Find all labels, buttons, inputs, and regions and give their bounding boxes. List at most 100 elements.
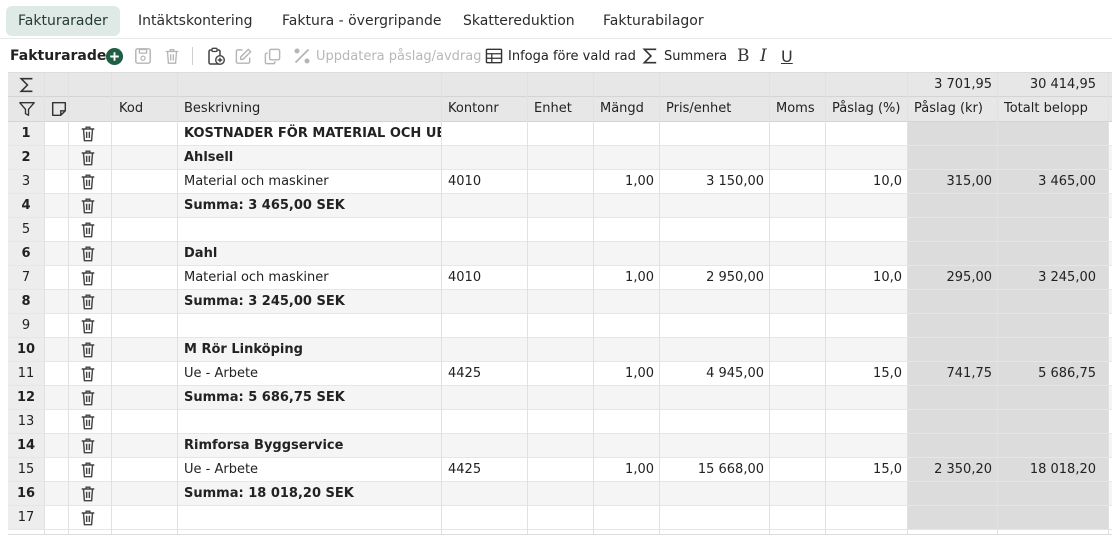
col-enhet[interactable]: Enhet	[528, 97, 594, 121]
cell-paslag-pct[interactable]	[826, 314, 908, 338]
cell-paslag-pct[interactable]: 15,0	[826, 458, 908, 482]
cell-pris-enhet[interactable]	[660, 338, 770, 362]
cell-mangd[interactable]: 1,00	[594, 362, 660, 386]
sum-button[interactable]: Summera	[641, 41, 727, 71]
cell-paslag-pct[interactable]	[826, 146, 908, 170]
cell-mangd[interactable]: 1,00	[594, 458, 660, 482]
delete-row-icon[interactable]	[79, 412, 97, 435]
col-paslag-kr[interactable]: Påslag (kr)	[908, 97, 998, 121]
update-markup-button[interactable]: Uppdatera påslag/avdrag	[292, 41, 481, 71]
cell-kontonr[interactable]	[442, 506, 528, 530]
cell-paslag-pct[interactable]	[826, 290, 908, 314]
delete-row-icon[interactable]	[79, 148, 97, 171]
bold-button[interactable]: B	[737, 41, 750, 71]
table-row[interactable]: 17	[8, 506, 1112, 530]
table-row[interactable]: 13	[8, 410, 1112, 434]
col-kod[interactable]: Kod	[113, 97, 178, 121]
cell-beskrivning[interactable]	[178, 218, 442, 242]
cell-mangd[interactable]	[594, 218, 660, 242]
table-row[interactable]: 7 Material och maskiner 4010 1,00 2 950,00 10…	[8, 266, 1112, 290]
cell-paslag-pct[interactable]: 15,0	[826, 362, 908, 386]
col-kontonr[interactable]: Kontonr	[442, 97, 528, 121]
italic-button[interactable]: I	[760, 41, 767, 71]
delete-row-icon[interactable]	[79, 460, 97, 483]
cell-beskrivning[interactable]: Ue - Arbete	[178, 362, 442, 386]
cell-pris-enhet[interactable]	[660, 146, 770, 170]
cell-kontonr[interactable]	[442, 146, 528, 170]
col-paslag-pct[interactable]: Påslag (%)	[826, 97, 908, 121]
tab-skattereduktion[interactable]: Skattereduktion	[451, 6, 587, 36]
cell-beskrivning[interactable]: KOSTNADER FÖR MATERIAL OCH UE	[178, 122, 442, 146]
cell-mangd[interactable]: 1,00	[594, 266, 660, 290]
cell-paslag-pct[interactable]	[826, 482, 908, 506]
table-row[interactable]: 5	[8, 218, 1112, 242]
delete-row-icon[interactable]	[79, 484, 97, 507]
cell-kontonr[interactable]	[442, 482, 528, 506]
delete-button[interactable]	[163, 41, 181, 71]
cell-beskrivning[interactable]: M Rör Linköping	[178, 338, 442, 362]
cell-pris-enhet[interactable]	[660, 434, 770, 458]
table-row[interactable]: 15 Ue - Arbete 4425 1,00 15 668,00 15,0 2 350,…	[8, 458, 1112, 482]
cell-mangd[interactable]	[594, 338, 660, 362]
cell-mangd[interactable]	[594, 482, 660, 506]
cell-beskrivning[interactable]: Ue - Arbete	[178, 458, 442, 482]
delete-row-icon[interactable]	[79, 220, 97, 243]
delete-row-icon[interactable]	[79, 388, 97, 411]
delete-row-icon[interactable]	[79, 268, 97, 291]
cell-pris-enhet[interactable]	[660, 410, 770, 434]
cell-beskrivning[interactable]: Dahl	[178, 242, 442, 266]
col-beskrivning[interactable]: Beskrivning	[178, 97, 442, 121]
cell-kontonr[interactable]	[442, 386, 528, 410]
cell-paslag-pct[interactable]: 10,0	[826, 170, 908, 194]
col-pris-enhet[interactable]: Pris/enhet	[660, 97, 770, 121]
cell-pris-enhet[interactable]	[660, 290, 770, 314]
delete-row-icon[interactable]	[79, 244, 97, 267]
tab-fakturarader[interactable]: Fakturarader	[6, 6, 120, 36]
cell-pris-enhet[interactable]	[660, 506, 770, 530]
table-row[interactable]: 9	[8, 314, 1112, 338]
cell-mangd[interactable]	[594, 434, 660, 458]
cell-paslag-pct[interactable]	[826, 506, 908, 530]
cell-paslag-pct[interactable]	[826, 386, 908, 410]
cell-beskrivning[interactable]	[178, 506, 442, 530]
cell-pris-enhet[interactable]: 3 150,00	[660, 170, 770, 194]
cell-kontonr[interactable]	[442, 242, 528, 266]
paste-button[interactable]	[206, 41, 226, 71]
cell-mangd[interactable]	[594, 314, 660, 338]
cell-kontonr[interactable]	[442, 434, 528, 458]
delete-row-icon[interactable]	[79, 124, 97, 147]
cell-beskrivning[interactable]: Summa: 3 465,00 SEK	[178, 194, 442, 218]
cell-mangd[interactable]	[594, 146, 660, 170]
cell-kontonr[interactable]	[442, 410, 528, 434]
delete-row-icon[interactable]	[79, 436, 97, 459]
tab-intaktskontering[interactable]: Intäktskontering	[126, 6, 265, 36]
underline-button[interactable]: U	[781, 41, 793, 71]
cell-paslag-pct[interactable]	[826, 194, 908, 218]
edit-button[interactable]	[234, 41, 253, 71]
cell-paslag-pct[interactable]: 10,0	[826, 266, 908, 290]
cell-kontonr[interactable]: 4425	[442, 458, 528, 482]
tab-fakturabilagor[interactable]: Fakturabilagor	[591, 6, 716, 36]
table-row[interactable]: 1 KOSTNADER FÖR MATERIAL OCH UE	[8, 122, 1112, 146]
delete-row-icon[interactable]	[79, 508, 97, 531]
cell-kontonr[interactable]	[442, 290, 528, 314]
cell-paslag-pct[interactable]	[826, 338, 908, 362]
cell-pris-enhet[interactable]	[660, 482, 770, 506]
tab-faktura-overgripande[interactable]: Faktura - övergripande	[270, 6, 453, 36]
table-row[interactable]: 11 Ue - Arbete 4425 1,00 4 945,00 15,0 741,75 5…	[8, 362, 1112, 386]
cell-pris-enhet[interactable]	[660, 122, 770, 146]
table-row[interactable]: 10 M Rör Linköping	[8, 338, 1112, 362]
cell-pris-enhet[interactable]	[660, 194, 770, 218]
cell-mangd[interactable]: 1,00	[594, 170, 660, 194]
cell-mangd[interactable]	[594, 242, 660, 266]
cell-kontonr[interactable]: 4010	[442, 266, 528, 290]
cell-pris-enhet[interactable]	[660, 242, 770, 266]
cell-mangd[interactable]	[594, 194, 660, 218]
cell-paslag-pct[interactable]	[826, 218, 908, 242]
cell-paslag-pct[interactable]	[826, 242, 908, 266]
cell-pris-enhet[interactable]	[660, 314, 770, 338]
delete-row-icon[interactable]	[79, 364, 97, 387]
delete-row-icon[interactable]	[79, 172, 97, 195]
cell-pris-enhet[interactable]: 15 668,00	[660, 458, 770, 482]
cell-mangd[interactable]	[594, 410, 660, 434]
